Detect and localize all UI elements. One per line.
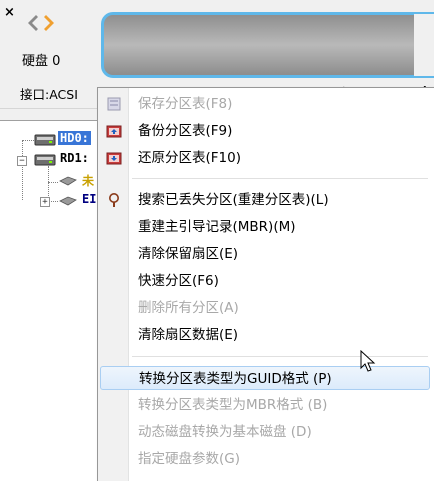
tree-row-label: RD1: (60, 151, 89, 165)
menu-item-label: 动态磁盘转换为基本磁盘 (D) (138, 424, 312, 440)
menu-item-label: 指定硬盘参数(G) (138, 451, 240, 467)
tree-row-label: HD0: (58, 131, 91, 145)
disk-bar-cap (414, 14, 434, 76)
menu-item-rebuild-mbr[interactable]: 重建主引导记录(MBR)(M) (100, 215, 430, 239)
menu-item-specify-disk-params[interactable]: 指定硬盘参数(G) (100, 447, 430, 471)
expand-icon[interactable]: + (40, 197, 50, 207)
menu-item-label: 备份分区表(F9) (138, 123, 233, 139)
backup-table-icon (106, 125, 122, 138)
menu-item-clear-sector-data[interactable]: 清除扇区数据(E) (100, 323, 430, 347)
menu-item-label: 快速分区(F6) (138, 273, 219, 289)
menu-item-quick-partition[interactable]: 快速分区(F6) (100, 269, 430, 293)
tree-line (48, 182, 58, 183)
menu-item-label: 删除所有分区(A) (138, 300, 239, 316)
partition-icon (59, 196, 77, 206)
menu-separator (132, 356, 428, 357)
partition-icon (59, 176, 77, 186)
menu-item-restore-partition-table[interactable]: 还原分区表(F10) (100, 146, 430, 170)
tree-row-label: EI (82, 192, 97, 206)
app-window: × 硬盘 0 接口:ACSI 容量 4 (0, 0, 434, 481)
menu-item-backup-partition-table[interactable]: 备份分区表(F9) (100, 119, 430, 143)
restore-table-icon (106, 152, 122, 165)
hard-disk-icon (34, 134, 56, 146)
tree-line (22, 140, 34, 141)
menu-item-convert-to-guid[interactable]: 转换分区表类型为GUID格式 (P) (100, 366, 430, 390)
menu-separator (132, 178, 428, 179)
interface-label: 接口:ACSI (20, 87, 78, 102)
menu-item-dynamic-to-basic[interactable]: 动态磁盘转换为基本磁盘 (D) (100, 420, 430, 444)
menu-item-label: 转换分区表类型为MBR格式 (B) (138, 397, 328, 413)
close-icon[interactable]: × (4, 6, 15, 20)
menu-item-label: 搜索已丢失分区(重建分区表)(L) (138, 192, 329, 208)
disk-context-menu: 保存分区表(F8) 备份分区表(F9) 还原分区表(F10) 搜索已丢失分区(重… (97, 87, 434, 481)
collapse-icon[interactable]: − (17, 156, 27, 166)
menu-item-search-lost-partitions[interactable]: 搜索已丢失分区(重建分区表)(L) (100, 188, 430, 212)
menu-item-save-partition-table[interactable]: 保存分区表(F8) (100, 92, 430, 116)
menu-item-convert-to-mbr[interactable]: 转换分区表类型为MBR格式 (B) (100, 393, 430, 417)
menu-item-label: 还原分区表(F10) (138, 150, 241, 166)
menu-item-clear-reserved-sectors[interactable]: 清除保留扇区(E) (100, 242, 430, 266)
prev-disk-icon[interactable] (28, 15, 38, 31)
search-icon (109, 193, 119, 207)
save-table-icon (107, 97, 121, 111)
disk-nav (27, 14, 67, 32)
menu-item-label: 转换分区表类型为GUID格式 (P) (139, 371, 332, 387)
menu-item-label: 保存分区表(F8) (138, 96, 233, 112)
disk-partition-bar[interactable] (101, 12, 434, 78)
tree-row-label: 未 (82, 174, 95, 188)
next-disk-icon[interactable] (44, 15, 54, 31)
menu-item-delete-all-partitions[interactable]: 删除所有分区(A) (100, 296, 430, 320)
tree-line (22, 140, 23, 200)
disk-label: 硬盘 0 (22, 54, 61, 69)
hard-disk-icon (34, 154, 56, 166)
menu-item-label: 重建主引导记录(MBR)(M) (138, 219, 296, 235)
menu-item-label: 清除保留扇区(E) (138, 246, 239, 262)
menu-item-label: 清除扇区数据(E) (138, 327, 239, 343)
mouse-cursor-icon (360, 350, 376, 372)
